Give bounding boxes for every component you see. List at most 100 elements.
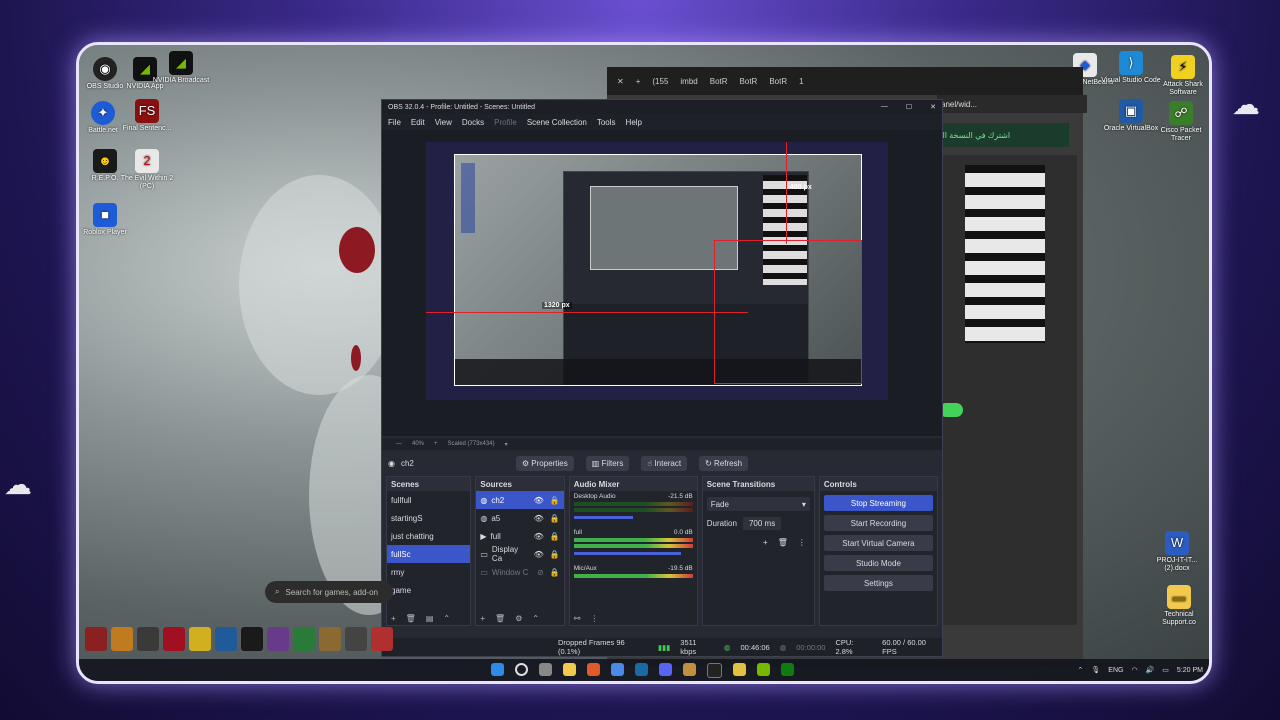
scale-mode[interactable]: Scaled (773x434) bbox=[448, 441, 495, 447]
lock-icon[interactable]: 🔒 bbox=[550, 550, 560, 559]
volume-slider[interactable] bbox=[573, 516, 634, 519]
browser-tab[interactable]: BotR bbox=[736, 75, 762, 88]
game-tile[interactable] bbox=[163, 627, 185, 651]
game-tile[interactable] bbox=[189, 627, 211, 651]
refresh-button[interactable]: ↻ Refresh bbox=[699, 455, 749, 471]
app-icon[interactable] bbox=[683, 662, 696, 676]
game-tile[interactable] bbox=[293, 627, 315, 651]
menu-view[interactable]: View bbox=[435, 118, 452, 127]
mic-icon[interactable]: 🎙 bbox=[1091, 666, 1100, 674]
wifi-icon[interactable]: ◠ bbox=[1131, 666, 1137, 674]
game-search-bar[interactable]: ⌕ Search for games, add-on bbox=[265, 581, 393, 603]
discord-icon[interactable] bbox=[659, 662, 672, 676]
browser-tab[interactable]: BotR bbox=[765, 75, 791, 88]
remove-icon[interactable]: 🗑 bbox=[495, 614, 505, 623]
more-icon[interactable]: ⋮ bbox=[798, 538, 806, 547]
move-up-icon[interactable]: ⌃ bbox=[443, 614, 450, 623]
volume-icon[interactable]: 🔊 bbox=[1146, 666, 1155, 674]
chevron-up-icon[interactable]: ⌃ bbox=[1078, 666, 1084, 674]
brave-icon[interactable] bbox=[587, 662, 600, 676]
start-icon[interactable] bbox=[491, 662, 504, 676]
steam-icon[interactable] bbox=[635, 662, 648, 676]
menu-scene-collection[interactable]: Scene Collection bbox=[527, 118, 587, 127]
browser-tab[interactable]: (155 bbox=[648, 75, 672, 88]
lock-icon[interactable]: 🔒 bbox=[550, 514, 560, 523]
lock-icon[interactable]: 🔒 bbox=[550, 532, 560, 541]
zoom-plus-icon[interactable]: + bbox=[434, 441, 438, 447]
filter-icon[interactable]: ▤ bbox=[426, 614, 434, 623]
gear-icon[interactable]: ⚙ bbox=[515, 614, 522, 623]
scene-item[interactable]: startingS bbox=[387, 509, 470, 527]
source-selection-box[interactable] bbox=[714, 240, 862, 384]
game-tile[interactable] bbox=[215, 627, 237, 651]
search-icon[interactable] bbox=[515, 662, 528, 676]
move-up-icon[interactable]: ⌃ bbox=[532, 614, 539, 623]
browser-tab[interactable]: imbd bbox=[676, 75, 701, 88]
interact-button[interactable]: ☝ Interact bbox=[641, 455, 688, 471]
volume-slider[interactable] bbox=[573, 552, 681, 555]
arabic-banner[interactable]: اشترك في النسخة الم bbox=[937, 123, 1069, 147]
task-view-icon[interactable] bbox=[539, 662, 552, 676]
desktop-icon-attack-shark[interactable]: ⚡ Attack Shark Software bbox=[1153, 55, 1209, 97]
minimize-icon[interactable]: — bbox=[881, 103, 888, 111]
game-tile[interactable] bbox=[345, 627, 367, 651]
filters-button[interactable]: ▥ Filters bbox=[585, 455, 630, 471]
menu-tools[interactable]: Tools bbox=[597, 118, 616, 127]
menu-docks[interactable]: Docks bbox=[462, 118, 484, 127]
scene-item[interactable]: just chatting bbox=[387, 527, 470, 545]
chrome-icon[interactable] bbox=[611, 662, 624, 676]
desktop-icon-word-doc[interactable]: W PROJ-IT-IT... (2).docx bbox=[1147, 531, 1207, 573]
maximize-icon[interactable]: ☐ bbox=[906, 103, 912, 111]
eye-icon[interactable]: 👁 bbox=[534, 514, 544, 523]
add-icon[interactable]: + bbox=[763, 538, 768, 547]
desktop-icon-nvidia-broadcast[interactable]: ◢ NVIDIA Broadcast bbox=[151, 51, 211, 85]
more-icon[interactable]: ⋮ bbox=[590, 614, 598, 623]
nvidia-taskbar-icon[interactable] bbox=[757, 662, 770, 676]
menu-edit[interactable]: Edit bbox=[411, 118, 425, 127]
browser-close-icon[interactable]: ✕ bbox=[613, 75, 628, 88]
menu-help[interactable]: Help bbox=[626, 118, 642, 127]
game-tile[interactable] bbox=[85, 627, 107, 651]
scene-item[interactable]: fullfull bbox=[387, 491, 470, 509]
clock[interactable]: 5:20 PM bbox=[1177, 667, 1203, 674]
desktop-icon-final-sentence[interactable]: FS Final Sentenc... bbox=[117, 99, 177, 133]
game-tile[interactable] bbox=[111, 627, 133, 651]
chevron-down-icon[interactable]: ▾ bbox=[505, 441, 508, 448]
studio-mode-button[interactable]: Studio Mode bbox=[823, 555, 933, 571]
source-item[interactable]: ▭ Window C ⊘ 🔒 bbox=[476, 563, 563, 581]
browser-tab[interactable]: BotR bbox=[706, 75, 732, 88]
language-indicator[interactable]: ENG bbox=[1108, 667, 1123, 674]
scene-item[interactable]: game bbox=[387, 581, 470, 599]
scene-item[interactable]: rmy bbox=[387, 563, 470, 581]
desktop-icon-evil-within[interactable]: 2 The Evil Within 2 (PC) bbox=[117, 149, 177, 191]
source-item-selected[interactable]: ◍ ch2 👁 🔒 bbox=[476, 491, 564, 509]
app-icon[interactable] bbox=[733, 662, 746, 676]
add-icon[interactable]: + bbox=[480, 614, 485, 623]
file-explorer-icon[interactable] bbox=[563, 662, 576, 676]
source-item[interactable]: ▶ full 👁 🔒 bbox=[476, 527, 563, 545]
zoom-minus-icon[interactable]: — bbox=[396, 441, 402, 447]
properties-button[interactable]: ⚙ Properties bbox=[515, 455, 574, 471]
eye-icon[interactable]: 👁 bbox=[534, 532, 544, 541]
eye-icon[interactable]: 👁 bbox=[534, 496, 544, 505]
start-virtual-camera-button[interactable]: Start Virtual Camera bbox=[823, 535, 933, 551]
remove-icon[interactable]: 🗑 bbox=[406, 614, 416, 623]
lock-icon[interactable]: 🔒 bbox=[550, 568, 560, 577]
preview-area[interactable]: 1320 px 480 px bbox=[382, 130, 942, 436]
xbox-icon[interactable] bbox=[781, 662, 794, 676]
source-item[interactable]: ▭ Display Ca 👁 🔒 bbox=[476, 545, 563, 563]
menu-profile[interactable]: Profile bbox=[494, 118, 517, 127]
desktop-icon-roblox[interactable]: ■ Roblox Player bbox=[79, 203, 135, 237]
preview-canvas[interactable]: 1320 px 480 px bbox=[426, 142, 888, 400]
stop-streaming-button[interactable]: Stop Streaming bbox=[823, 495, 933, 511]
desktop-icon-vscode[interactable]: ⟩ Visual Studio Code bbox=[1101, 51, 1161, 85]
eye-icon[interactable]: 👁 bbox=[534, 550, 544, 559]
source-item[interactable]: ◍ a5 👁 🔒 bbox=[476, 509, 563, 527]
desktop-icon-cisco[interactable]: ☍ Cisco Packet Tracer bbox=[1151, 101, 1209, 143]
game-tile[interactable] bbox=[137, 627, 159, 651]
settings-button[interactable]: Settings bbox=[823, 575, 933, 591]
duration-input[interactable]: 700 ms bbox=[742, 517, 782, 530]
close-icon[interactable]: ✕ bbox=[930, 103, 936, 111]
game-tile[interactable] bbox=[267, 627, 289, 651]
browser-new-tab-icon[interactable]: + bbox=[632, 75, 645, 88]
